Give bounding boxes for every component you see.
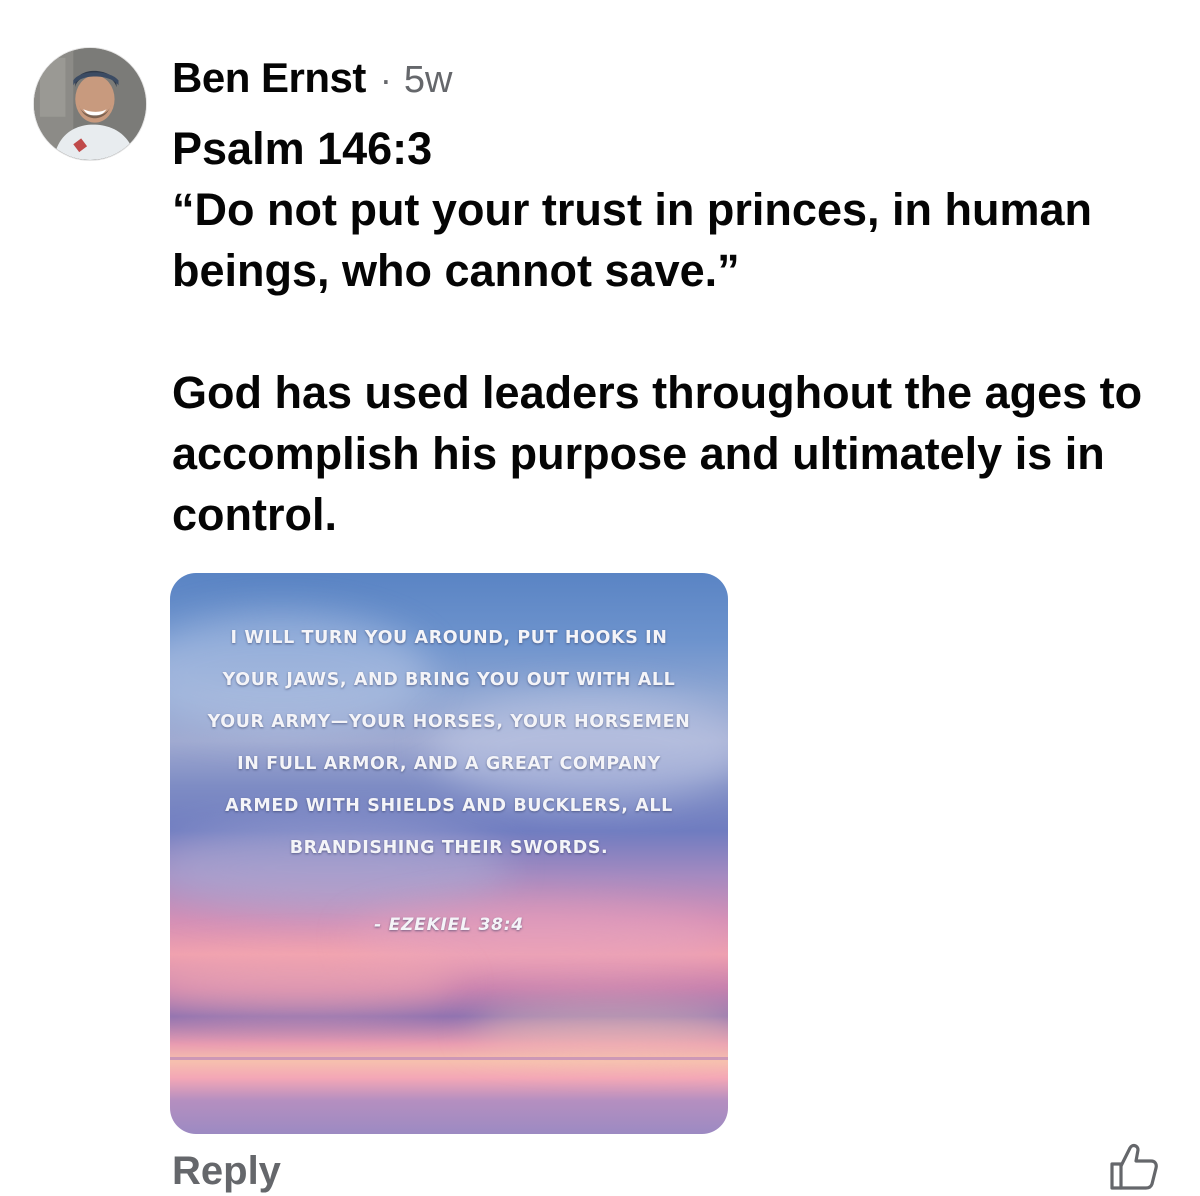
verse-text: I will turn you around, put hooks in you… <box>207 628 691 858</box>
profile-photo-icon <box>34 48 146 160</box>
reply-button[interactable]: Reply <box>172 1146 281 1196</box>
cloud-decoration <box>470 1003 728 1053</box>
attached-image[interactable]: I will turn you around, put hooks in you… <box>170 573 728 1134</box>
timestamp[interactable]: 5w <box>404 59 453 102</box>
verse-reference: - Ezekiel 38:4 <box>374 915 524 935</box>
comment-text: Psalm 146:3 “Do not put your trust in pr… <box>172 118 1162 545</box>
horizon-line <box>170 1057 728 1060</box>
separator-dot: · <box>379 59 392 100</box>
comment-paragraph: God has used leaders throughout the ages… <box>172 367 1143 540</box>
thumbs-up-icon <box>1110 1143 1158 1190</box>
avatar[interactable] <box>33 47 147 161</box>
like-button[interactable] <box>1108 1142 1160 1192</box>
comment-paragraph: Psalm 146:3 “Do not put your trust in pr… <box>172 123 1092 296</box>
cloud-decoration <box>170 953 460 1013</box>
author-name[interactable]: Ben Ernst <box>172 54 366 102</box>
comment-header: Ben Ernst · 5w <box>172 54 452 102</box>
